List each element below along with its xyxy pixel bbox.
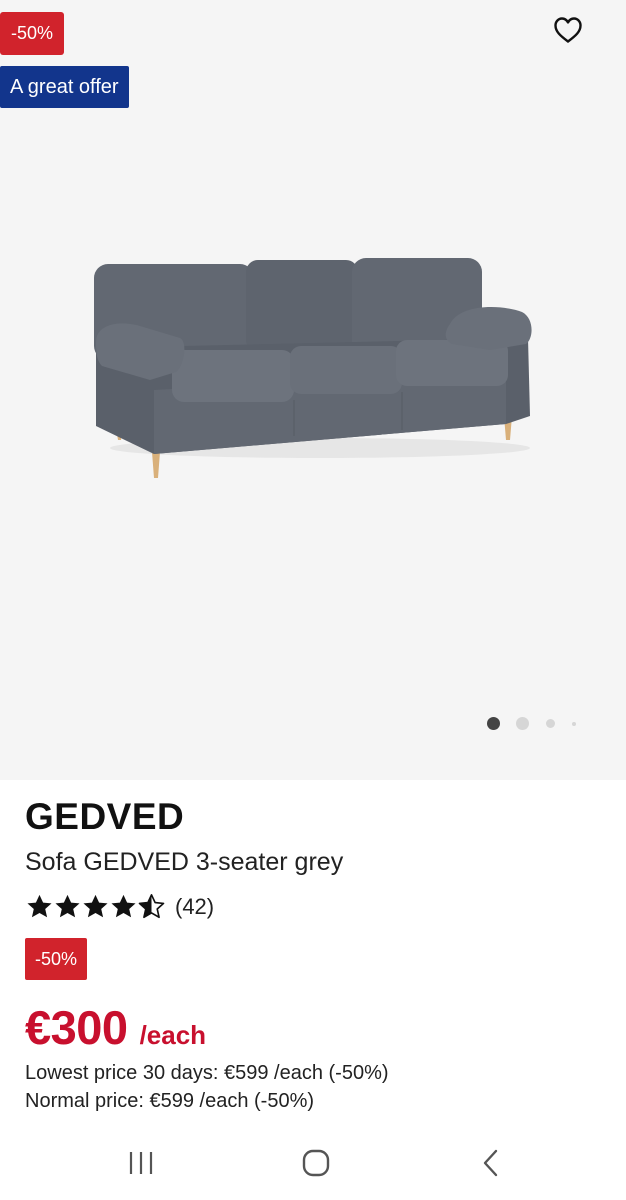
pagination-dot[interactable] — [546, 719, 555, 728]
product-title: Sofa GEDVED 3-seater grey — [25, 848, 344, 876]
product-page: -50% A great offer GEDVED Sofa GEDVED 3-… — [0, 0, 626, 1200]
product-image[interactable] — [80, 240, 550, 500]
lowest-price-text: Lowest price 30 days: €599 /each (-50%) — [25, 1062, 389, 1084]
star-half-icon — [138, 894, 165, 919]
wishlist-button[interactable] — [548, 10, 588, 50]
recents-icon — [129, 1152, 153, 1174]
price-unit: /each — [139, 1020, 207, 1050]
star-filled-icon — [27, 894, 52, 918]
product-gallery[interactable]: -50% A great offer — [0, 0, 626, 780]
rating-stars — [25, 893, 165, 921]
price-discount-badge: -50% — [25, 938, 88, 980]
pagination-dot[interactable] — [516, 717, 529, 730]
pagination-dot-active[interactable] — [487, 717, 500, 730]
star-filled-icon — [83, 894, 108, 918]
home-icon — [302, 1149, 330, 1177]
system-nav-bar — [0, 1128, 626, 1200]
normal-price-text: Normal price: €599 /each (-50%) — [25, 1090, 315, 1112]
back-button[interactable] — [463, 1138, 519, 1188]
price-value: €300 — [25, 1001, 128, 1054]
gallery-pagination[interactable] — [484, 716, 584, 732]
star-filled-icon — [55, 894, 80, 918]
heart-outline-icon — [554, 17, 582, 43]
pagination-dot[interactable] — [572, 722, 576, 726]
price: €300 /each — [25, 1000, 206, 1055]
discount-badge: -50% — [0, 12, 65, 55]
product-brand: GEDVED — [25, 796, 185, 837]
offer-badge: A great offer — [0, 66, 129, 108]
home-button[interactable] — [288, 1138, 344, 1188]
product-rating[interactable]: (42) — [25, 890, 214, 924]
back-icon — [483, 1149, 498, 1177]
rating-count[interactable]: (42) — [175, 894, 214, 920]
star-filled-icon — [111, 894, 136, 918]
recents-button[interactable] — [113, 1138, 169, 1188]
